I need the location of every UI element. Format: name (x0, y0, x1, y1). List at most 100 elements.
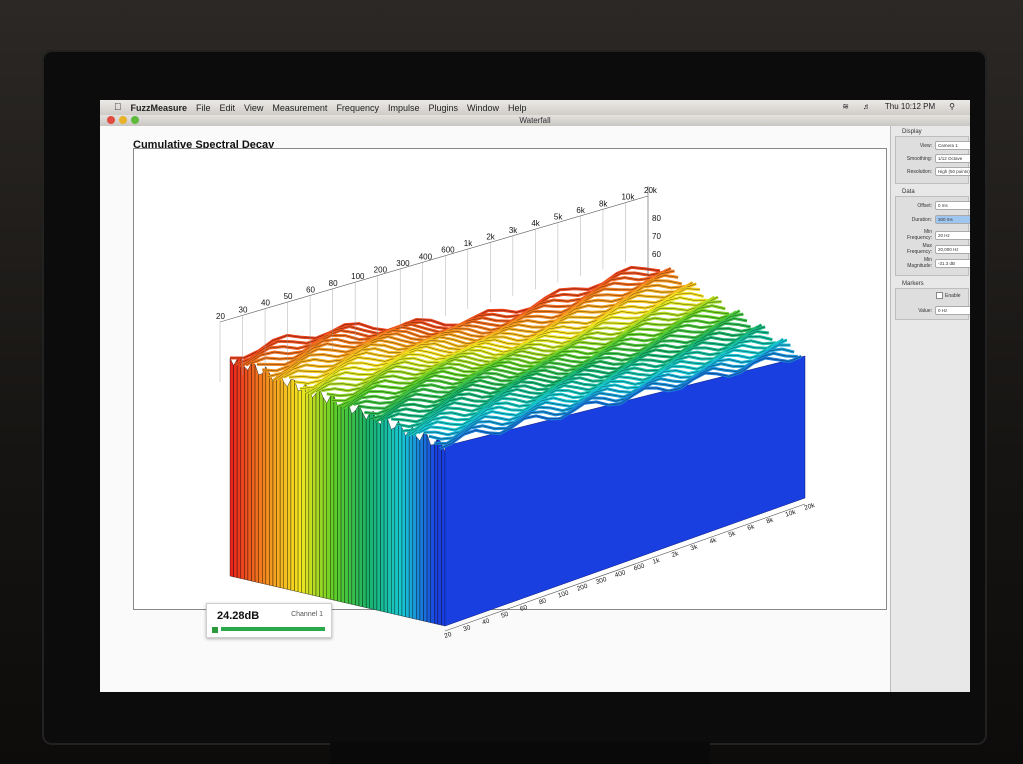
magnitude-tick-label: 60 (652, 250, 661, 259)
decay-slice (434, 437, 439, 625)
min-frequency-field[interactable]: 20 Hz (935, 230, 970, 240)
menu-app-name[interactable]: FuzzMeasure (131, 103, 188, 113)
resolution-select[interactable]: High (50 points) (935, 167, 970, 176)
level-value: 24.28dB (217, 610, 260, 622)
freq-tick-label: 5k (554, 213, 563, 222)
front-freq-tick-label: 6k (747, 523, 756, 532)
decay-slice (330, 395, 335, 601)
markers-group-title: Markers (902, 281, 924, 287)
decay-slice (236, 356, 241, 579)
enable-markers-checkbox[interactable] (936, 292, 943, 299)
data-group: Data Offset: 0 ms Duration: 300 ms Min Fre… (895, 189, 970, 276)
level-meter: 24.28dB Channel 1 (206, 603, 332, 638)
decay-slice (344, 399, 349, 604)
menu-plugins[interactable]: Plugins (428, 103, 458, 113)
decay-slice (333, 395, 338, 602)
smoothing-label: Smoothing: (906, 155, 932, 162)
spotlight-icon[interactable]: ⚲ (949, 102, 955, 111)
volume-icon[interactable]: ♬ (863, 102, 871, 111)
decay-slice (305, 382, 310, 595)
front-freq-tick-label: 8k (766, 516, 775, 525)
decay-slice (348, 403, 353, 605)
decay-slice (387, 419, 392, 614)
display-group: Display View: Camera 1 Smoothing: 1/12 Oct… (895, 129, 970, 184)
front-freq-tick-label: 1k (652, 557, 661, 566)
menu-measurement[interactable]: Measurement (272, 103, 327, 113)
front-freq-tick-label: 60 (519, 604, 528, 613)
decay-slice (430, 444, 435, 624)
display-group-title: Display (902, 129, 922, 135)
enable-label: Enable (945, 292, 961, 299)
decay-slice (405, 429, 410, 618)
max-frequency-label: Max Frequency: (906, 243, 932, 255)
front-freq-tick-label: 30 (462, 624, 471, 633)
front-freq-tick-label: 4k (709, 537, 718, 546)
smoothing-select[interactable]: 1/12 Octave (935, 154, 970, 163)
marker-value-field[interactable]: 0 Hz (935, 306, 970, 315)
max-frequency-field[interactable]: 20,000 Hz (935, 244, 970, 254)
resolution-label: Resolution: (906, 168, 932, 175)
decay-slice (369, 410, 374, 610)
decay-slice (312, 392, 317, 597)
decay-slice (240, 356, 245, 580)
decay-slice (294, 379, 299, 593)
decay-slice (279, 372, 284, 589)
clock[interactable]: Thu 10:12 PM (885, 102, 935, 111)
decay-slice (340, 399, 345, 603)
freq-tick-label: 2k (486, 232, 495, 241)
decay-slice (301, 383, 306, 594)
menu-edit[interactable]: Edit (220, 103, 236, 113)
menu-help[interactable]: Help (508, 103, 527, 113)
decay-slice (297, 390, 302, 593)
decay-slice (412, 427, 417, 620)
decay-slice (254, 364, 259, 583)
decay-slice (287, 379, 292, 591)
decay-slice (380, 416, 385, 613)
menu-window[interactable]: Window (467, 103, 499, 113)
decay-slice (319, 388, 324, 598)
decay-slice (365, 412, 370, 609)
freq-tick-label: 20 (216, 312, 225, 321)
screen:  FuzzMeasure File Edit View Measurement… (100, 100, 970, 692)
data-group-title: Data (902, 189, 915, 195)
decay-slice (251, 362, 256, 583)
marker-value-label: Value: (918, 307, 932, 314)
view-label: View: (919, 142, 932, 149)
decay-slice (262, 366, 267, 585)
wifi-icon[interactable]: ≋ (842, 102, 849, 111)
decay-slice (247, 362, 252, 582)
freq-tick-label: 40 (261, 299, 270, 308)
freq-tick-label: 1k (464, 239, 473, 248)
level-channel: Channel 1 (291, 611, 323, 618)
decay-slice (419, 433, 424, 622)
decay-slice (441, 443, 446, 627)
decay-slice (290, 379, 295, 592)
menu-view[interactable]: View (244, 103, 263, 113)
decay-slice (283, 381, 288, 590)
view-select[interactable]: Camera 1 (935, 141, 970, 150)
level-indicator (212, 627, 218, 633)
status-area: ≋ ♬ Thu 10:12 PM ⚲ (842, 102, 964, 111)
freq-tick-label: 80 (329, 279, 338, 288)
magnitude-tick-label: 80 (652, 214, 661, 223)
decay-slice (398, 420, 403, 617)
decay-slice (326, 396, 331, 600)
menu-impulse[interactable]: Impulse (388, 103, 420, 113)
decay-slice (272, 375, 277, 588)
duration-field[interactable]: 300 ms (935, 215, 970, 224)
apple-menu-icon[interactable]:  (114, 102, 122, 113)
level-bar (221, 627, 325, 631)
offset-field[interactable]: 0 ms (935, 201, 970, 210)
front-freq-tick-label: 80 (538, 597, 547, 606)
menu-frequency[interactable]: Frequency (336, 103, 379, 113)
front-freq-tick-label: 2k (671, 550, 680, 559)
decay-slice (358, 404, 363, 608)
decay-slice (229, 357, 234, 578)
menu-file[interactable]: File (196, 103, 211, 113)
offset-label: Offset: (917, 202, 932, 209)
front-freq-tick-label: 10k (785, 509, 798, 519)
min-magnitude-field[interactable]: -31.3 dB (935, 258, 970, 268)
decay-slice (391, 427, 396, 615)
decay-slice (265, 366, 270, 586)
freq-tick-label: 300 (396, 259, 410, 268)
